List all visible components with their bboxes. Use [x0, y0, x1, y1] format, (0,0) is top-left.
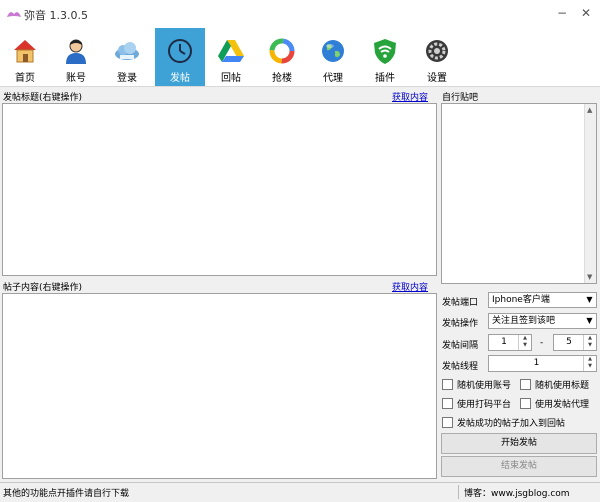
custom-bar-scrollbar[interactable]: ▲ ▼: [584, 104, 596, 283]
captcha-platform-checkbox[interactable]: 使用打码平台: [442, 397, 511, 410]
status-divider: [458, 485, 459, 499]
add-to-reply-label: 发帖成功的帖子加入到回帖: [457, 419, 566, 429]
port-label: 发帖端口: [442, 298, 479, 308]
cloud-icon: [115, 42, 139, 60]
post-proxy-label: 使用发帖代理: [535, 400, 590, 410]
scroll-up-icon[interactable]: ▲: [587, 106, 592, 114]
post-title-label: 发帖标题(右键操作): [3, 93, 83, 103]
post-content-textarea[interactable]: [2, 293, 437, 479]
custom-bar-label: 自行贴吧: [442, 93, 479, 103]
threads-label: 发帖线程: [442, 362, 479, 372]
tab-settings-label: 设置: [427, 73, 447, 84]
post-title-fetch-link[interactable]: 获取内容: [392, 90, 428, 103]
add-to-reply-checkbox[interactable]: 发帖成功的帖子加入到回帖: [442, 416, 565, 429]
tab-settings[interactable]: 设置: [412, 28, 462, 86]
minimize-button[interactable]: −: [554, 6, 570, 20]
spin-up-icon[interactable]: ▲: [584, 356, 596, 363]
action-select[interactable]: 关注且签到该吧 ▼: [488, 313, 597, 329]
stop-post-button[interactable]: 结束发帖: [441, 456, 597, 477]
tab-proxy-label: 代理: [323, 73, 343, 84]
port-select-value: Iphone客户端: [492, 295, 550, 305]
scroll-down-icon[interactable]: ▼: [587, 273, 592, 281]
tab-plugin[interactable]: 插件: [360, 28, 410, 86]
close-button[interactable]: ✕: [578, 6, 594, 20]
tab-home-label: 首页: [15, 73, 35, 84]
port-select[interactable]: Iphone客户端 ▼: [488, 292, 597, 308]
chevron-down-icon: ▼: [586, 295, 593, 304]
interval-max-value: 5: [566, 337, 572, 347]
gear-icon: [426, 40, 448, 62]
checkbox-box[interactable]: [442, 379, 453, 390]
threads-value: 1: [533, 358, 540, 368]
tab-home[interactable]: 首页: [0, 28, 50, 86]
tab-reply-label: 回帖: [221, 73, 241, 84]
random-title-checkbox[interactable]: 随机使用标题: [520, 378, 589, 391]
tab-grab-floor-label: 抢楼: [272, 73, 292, 84]
tab-proxy[interactable]: 代理: [308, 28, 358, 86]
clock-icon: [168, 39, 192, 63]
title-bar: 弥音 1.3.0.5 − ✕: [0, 0, 600, 28]
window-title: 弥音 1.3.0.5: [24, 9, 88, 22]
tab-login[interactable]: 登录: [102, 28, 152, 86]
interval-label: 发帖间隔: [442, 341, 479, 351]
interval-min-stepper[interactable]: 1 ▲ ▼: [488, 334, 532, 351]
post-content-label: 帖子内容(右键操作): [3, 283, 83, 293]
tab-post[interactable]: 发帖: [155, 28, 205, 86]
app-logo-icon: [7, 12, 21, 17]
interval-min-value: 1: [501, 337, 507, 347]
post-title-textarea[interactable]: [2, 103, 437, 276]
status-bar: 其他的功能点开插件请自行下载 博客：www.jsgblog.com: [0, 482, 600, 502]
post-content-fetch-link[interactable]: 获取内容: [392, 280, 428, 293]
user-icon: [66, 39, 86, 64]
globe-icon: [322, 40, 344, 62]
checkbox-box[interactable]: [442, 417, 453, 428]
wifi-shield-icon: [374, 39, 396, 64]
tab-post-label: 发帖: [170, 73, 190, 84]
custom-bar-list[interactable]: ▲ ▼: [441, 103, 597, 284]
spin-down-icon[interactable]: ▼: [584, 342, 596, 349]
post-proxy-checkbox[interactable]: 使用发帖代理: [520, 397, 589, 410]
action-label: 发帖操作: [442, 319, 479, 329]
spin-up-icon[interactable]: ▲: [584, 335, 596, 342]
tab-account-label: 账号: [66, 73, 86, 84]
home-icon: [14, 40, 36, 63]
tab-plugin-label: 插件: [375, 73, 395, 84]
checkbox-box[interactable]: [520, 379, 531, 390]
ring-icon: [269, 38, 295, 64]
interval-separator: -: [540, 338, 544, 348]
checkbox-box[interactable]: [442, 398, 453, 409]
start-post-button[interactable]: 开始发帖: [441, 433, 597, 454]
tab-account[interactable]: 账号: [51, 28, 101, 86]
random-title-label: 随机使用标题: [535, 381, 590, 391]
status-message: 其他的功能点开插件请自行下载: [3, 489, 130, 499]
random-account-label: 随机使用账号: [457, 381, 512, 391]
blog-link[interactable]: 博客：www.jsgblog.com: [464, 486, 570, 499]
spin-down-icon[interactable]: ▼: [519, 342, 531, 349]
spin-up-icon[interactable]: ▲: [519, 335, 531, 342]
action-select-value: 关注且签到该吧: [492, 316, 556, 326]
drive-icon: [218, 40, 244, 62]
random-account-checkbox[interactable]: 随机使用账号: [442, 378, 511, 391]
spin-down-icon[interactable]: ▼: [584, 363, 596, 370]
main-toolbar: 首页 账号 登录 发帖 回帖 抢楼 代理 插件 设置: [0, 28, 600, 87]
chevron-down-icon: ▼: [586, 316, 593, 325]
threads-stepper[interactable]: 1 ▲ ▼: [488, 355, 597, 372]
captcha-platform-label: 使用打码平台: [457, 400, 512, 410]
tab-grab-floor[interactable]: 抢楼: [257, 28, 307, 86]
tab-reply[interactable]: 回帖: [206, 28, 256, 86]
tab-login-label: 登录: [117, 73, 137, 84]
interval-max-stepper[interactable]: 5 ▲ ▼: [553, 334, 597, 351]
checkbox-box[interactable]: [520, 398, 531, 409]
